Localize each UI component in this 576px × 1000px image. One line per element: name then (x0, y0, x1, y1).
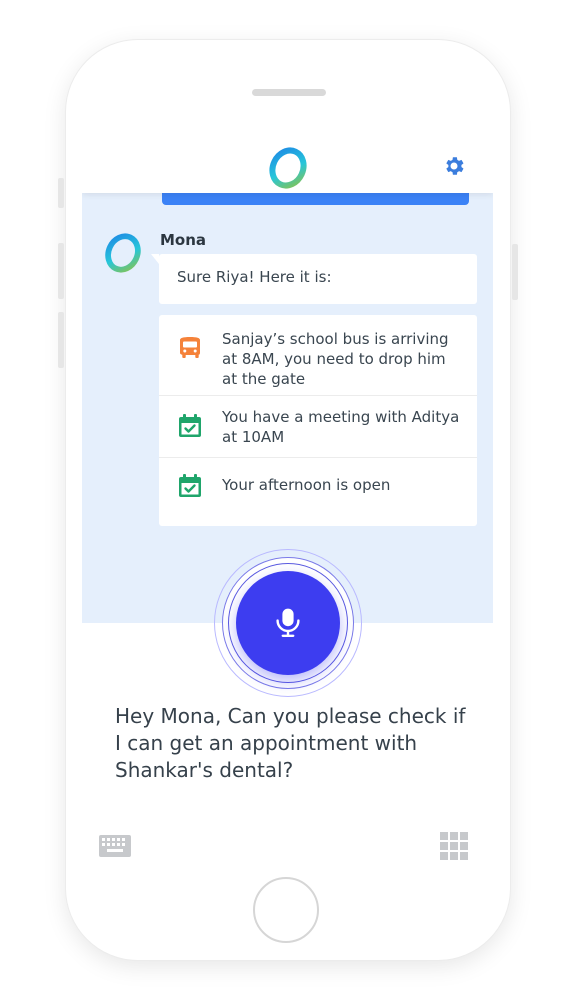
schedule-item[interactable]: Your afternoon is open (159, 457, 477, 526)
keyboard-icon[interactable] (99, 835, 131, 857)
schedule-item-text: You have a meeting with Aditya at 10AM (222, 408, 460, 446)
sender-name: Mona (160, 231, 207, 249)
mic-button[interactable] (236, 571, 340, 675)
phone-side-button (58, 178, 64, 208)
calendar-check-icon (179, 474, 201, 497)
message-bubble: Sure Riya! Here it is: (151, 254, 477, 304)
gear-icon[interactable] (442, 154, 466, 178)
schedule-item[interactable]: Sanjay’s school bus is arriving at 8AM, … (159, 315, 477, 396)
voice-query-text: Hey Mona, Can you please check if I can … (115, 704, 466, 782)
schedule-item-text: Sanjay’s school bus is arriving at 8AM, … (222, 330, 449, 388)
app-header (82, 141, 493, 193)
schedule-card: Sanjay’s school bus is arriving at 8AM, … (159, 315, 477, 526)
grid-icon[interactable] (440, 832, 468, 860)
home-button[interactable] (253, 877, 319, 943)
previous-message-bubble (162, 193, 469, 205)
phone-power-button (512, 244, 518, 300)
bus-icon (180, 337, 200, 358)
schedule-item-text: Your afternoon is open (222, 476, 391, 494)
phone-volume-up (58, 243, 64, 299)
phone-speaker (252, 89, 326, 96)
calendar-check-icon (179, 414, 201, 437)
assistant-avatar (105, 233, 141, 273)
schedule-item[interactable]: You have a meeting with Aditya at 10AM (159, 395, 477, 458)
app-screen: Mona Sure Riya! Here it is: Sanjay’s sch… (82, 141, 493, 872)
microphone-icon (276, 608, 300, 637)
phone-volume-down (58, 312, 64, 368)
app-logo (269, 147, 307, 189)
message-text: Sure Riya! Here it is: (177, 268, 332, 286)
